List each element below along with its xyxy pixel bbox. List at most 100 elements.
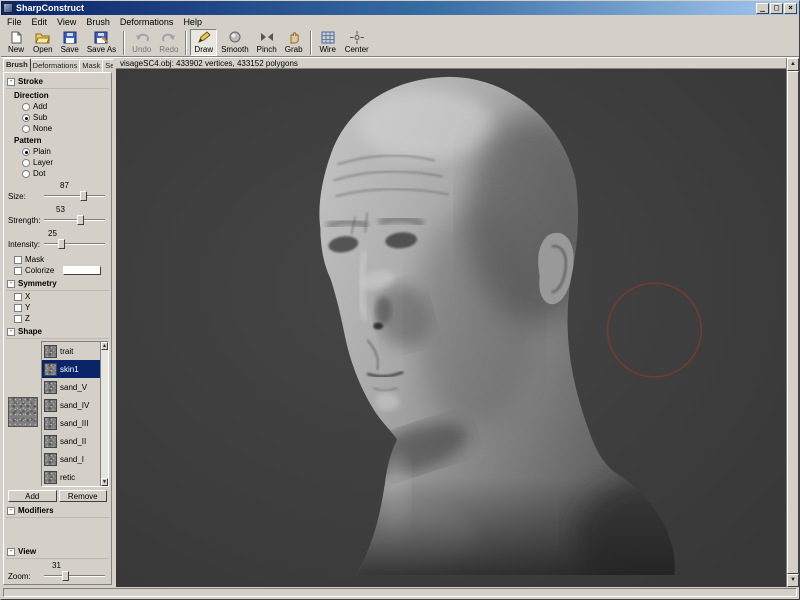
- shape-item-sand-iv[interactable]: sand_IV: [42, 396, 100, 414]
- tab-mask[interactable]: Mask: [79, 59, 103, 72]
- menu-help[interactable]: Help: [178, 16, 207, 28]
- slider-track: [44, 575, 105, 577]
- new-document-icon: [9, 31, 23, 44]
- minimize-button[interactable]: _: [756, 3, 769, 14]
- shape-item-skin1[interactable]: skin1: [42, 360, 100, 378]
- status-bar-field: [3, 588, 797, 597]
- model-info-text: visageSC4.obj: 433902 vertices, 433152 p…: [120, 59, 298, 68]
- tab-deformations[interactable]: Deformations: [30, 59, 81, 72]
- collapse-toggle-icon[interactable]: -: [7, 78, 15, 86]
- toolbar: New Open Save Save As Undo Redo Draw: [1, 28, 799, 58]
- save-icon: [63, 31, 77, 44]
- viewport-scrollbar[interactable]: ▲ ▼: [786, 58, 799, 587]
- center-view-button[interactable]: Center: [341, 29, 373, 56]
- size-slider[interactable]: [44, 190, 109, 202]
- radio-icon: [22, 103, 30, 111]
- save-as-button[interactable]: Save As: [83, 29, 120, 56]
- slider-track: [44, 243, 105, 245]
- menu-brush[interactable]: Brush: [81, 16, 115, 28]
- slider-thumb[interactable]: [77, 215, 84, 225]
- shape-item-sand-v[interactable]: sand_V: [42, 378, 100, 396]
- shape-buttons: Add Remove: [8, 490, 107, 502]
- draw-pencil-icon: [197, 31, 211, 44]
- shape-thumb-icon: [44, 453, 57, 466]
- direction-add-radio[interactable]: Add: [22, 102, 109, 111]
- status-bar: [1, 587, 799, 599]
- collapse-toggle-icon[interactable]: -: [7, 328, 15, 336]
- slider-thumb[interactable]: [62, 571, 69, 581]
- colorize-checkbox[interactable]: Colorize: [14, 266, 109, 275]
- menu-edit[interactable]: Edit: [27, 16, 53, 28]
- slider-thumb[interactable]: [80, 191, 87, 201]
- tab-settings[interactable]: Settings: [102, 59, 113, 72]
- shape-item-retic[interactable]: retic: [42, 468, 100, 486]
- zoom-slider[interactable]: [44, 570, 109, 582]
- smooth-icon: [228, 31, 242, 44]
- shape-item-sand-iii[interactable]: sand_III: [42, 414, 100, 432]
- pinch-tool-button[interactable]: Pinch: [253, 29, 281, 56]
- shape-item-trait[interactable]: trait: [42, 342, 100, 360]
- intensity-slider[interactable]: [44, 238, 109, 250]
- undo-icon: [135, 31, 149, 44]
- undo-button[interactable]: Undo: [128, 29, 155, 56]
- menu-file[interactable]: File: [2, 16, 27, 28]
- toolbar-separator: [310, 31, 312, 55]
- pattern-plain-radio[interactable]: Plain: [22, 147, 109, 156]
- scroll-thumb[interactable]: [787, 71, 799, 574]
- shape-thumb-icon: [44, 435, 57, 448]
- direction-sub-radio[interactable]: Sub: [22, 113, 109, 122]
- grab-tool-button[interactable]: Grab: [281, 29, 307, 56]
- tab-brush[interactable]: Brush: [3, 58, 31, 72]
- pattern-layer-radio[interactable]: Layer: [22, 158, 109, 167]
- pattern-dot-radio[interactable]: Dot: [22, 169, 109, 178]
- scroll-up-icon[interactable]: ▲: [101, 342, 108, 350]
- shape-add-button[interactable]: Add: [8, 490, 57, 502]
- menu-view[interactable]: View: [52, 16, 81, 28]
- symmetry-z-checkbox[interactable]: Z: [14, 314, 109, 323]
- strength-label: Strength:: [8, 216, 42, 225]
- new-button[interactable]: New: [3, 29, 29, 56]
- symmetry-y-checkbox[interactable]: Y: [14, 303, 109, 312]
- mask-checkbox[interactable]: Mask: [14, 255, 109, 264]
- symmetry-x-checkbox[interactable]: X: [14, 292, 109, 301]
- shape-item-sand-i[interactable]: sand_I: [42, 450, 100, 468]
- draw-tool-button[interactable]: Draw: [190, 29, 217, 56]
- collapse-toggle-icon[interactable]: -: [7, 507, 15, 515]
- checkbox-icon: [14, 315, 22, 323]
- shape-item-sand-ii[interactable]: sand_II: [42, 432, 100, 450]
- slider-thumb[interactable]: [58, 239, 65, 249]
- view-group-header: - View: [6, 546, 109, 559]
- strength-slider[interactable]: [44, 214, 109, 226]
- menu-deformations[interactable]: Deformations: [115, 16, 179, 28]
- scroll-down-icon[interactable]: ▼: [101, 478, 108, 486]
- slider-track: [44, 195, 105, 197]
- shape-list: trait skin1 sand_V sand_IV sand_III sand…: [41, 341, 109, 487]
- smooth-tool-button[interactable]: Smooth: [217, 29, 253, 56]
- toolbar-separator: [185, 31, 187, 55]
- save-button[interactable]: Save: [57, 29, 83, 56]
- close-button[interactable]: ×: [784, 3, 797, 14]
- app-icon: [3, 3, 13, 13]
- maximize-button[interactable]: □: [770, 3, 783, 14]
- shape-remove-button[interactable]: Remove: [59, 490, 108, 502]
- collapse-toggle-icon[interactable]: -: [7, 280, 15, 288]
- wire-toggle-button[interactable]: Wire: [315, 29, 341, 56]
- scroll-up-icon[interactable]: ▲: [787, 58, 799, 71]
- open-folder-icon: [35, 31, 50, 44]
- collapse-toggle-icon[interactable]: -: [7, 548, 15, 556]
- colorize-color-swatch[interactable]: [63, 266, 101, 275]
- shape-preview-thumbnail: [8, 397, 38, 427]
- direction-none-radio[interactable]: None: [22, 124, 109, 133]
- shape-list-scrollbar[interactable]: ▲ ▼: [100, 342, 108, 486]
- scroll-down-icon[interactable]: ▼: [787, 574, 799, 587]
- zoom-label: Zoom:: [8, 572, 42, 581]
- redo-button[interactable]: Redo: [155, 29, 182, 56]
- scroll-track[interactable]: [101, 350, 108, 478]
- open-button[interactable]: Open: [29, 29, 57, 56]
- checkbox-icon: [14, 293, 22, 301]
- brush-panel-body: - Stroke Direction Add Sub None Pattern: [3, 72, 112, 585]
- sculpted-head-model: [116, 69, 786, 587]
- viewport-canvas[interactable]: [116, 69, 786, 587]
- panel-spacer: [6, 518, 109, 544]
- save-as-icon: [94, 31, 108, 44]
